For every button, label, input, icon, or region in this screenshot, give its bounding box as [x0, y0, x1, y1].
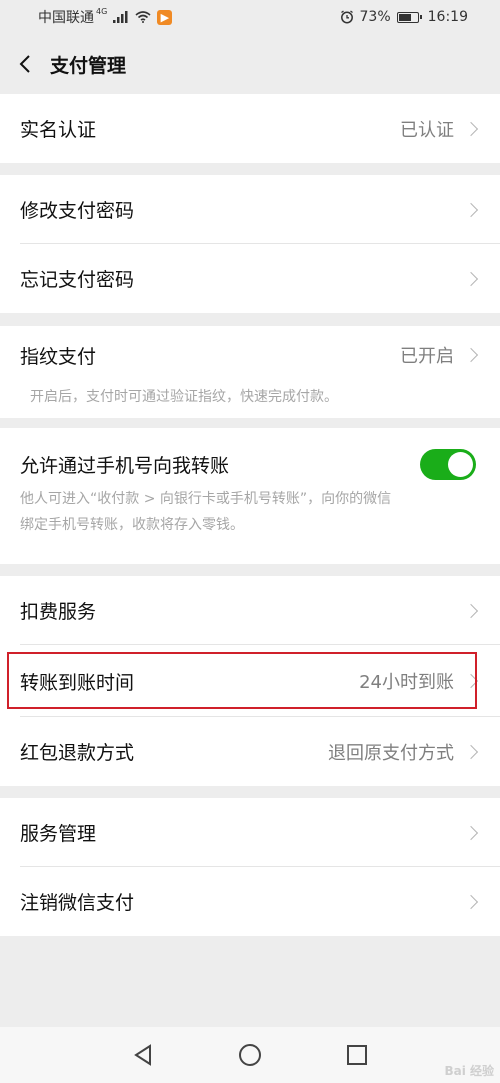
chevron-right-icon: [463, 271, 479, 286]
change-password-row[interactable]: 修改支付密码: [0, 175, 500, 244]
service-section: 扣费服务 转账到账时间 24小时到账 红包退款方式 退回原支付方式: [0, 576, 500, 786]
chevron-right-icon: [463, 894, 479, 909]
signal-icon: [113, 11, 128, 23]
chevron-right-icon: [463, 603, 479, 618]
app-notification-icon: ▶: [157, 9, 173, 25]
carrier-label: 中国联通: [38, 10, 94, 26]
toggle-knob: [448, 451, 473, 477]
nav-bar: 支付管理: [0, 34, 500, 94]
status-bar: 中国联通 4G ▶ 73% 16:19: [0, 0, 500, 34]
watermark: Bai 经验: [444, 1064, 494, 1078]
recents-square-icon[interactable]: [346, 1044, 368, 1066]
back-arrow-icon: [19, 55, 30, 73]
transfer-time-value: 24小时到账: [359, 672, 454, 693]
phone-transfer-desc-line2: 绑定手机号转账，收款将存入零钱。: [20, 517, 244, 533]
back-button[interactable]: [0, 34, 50, 94]
realname-label: 实名认证: [20, 119, 97, 141]
redpacket-refund-row[interactable]: 红包退款方式 退回原支付方式: [0, 717, 500, 786]
phone-transfer-row: 允许通过手机号向我转账: [0, 428, 500, 500]
alarm-icon: [340, 10, 353, 24]
battery-icon: [396, 11, 422, 23]
chevron-right-icon: [463, 347, 479, 363]
service-manage-row[interactable]: 服务管理: [0, 798, 500, 867]
cancel-pay-label: 注销微信支付: [20, 892, 135, 914]
clock: 16:19: [427, 9, 468, 25]
forget-password-row[interactable]: 忘记支付密码: [0, 244, 500, 313]
redpacket-refund-label: 红包退款方式: [20, 742, 135, 764]
cancel-pay-row[interactable]: 注销微信支付: [0, 867, 500, 936]
deduction-row[interactable]: 扣费服务: [0, 576, 500, 645]
chevron-right-icon: [463, 202, 479, 217]
chevron-right-icon: [463, 744, 479, 759]
fingerprint-label: 指纹支付: [20, 345, 97, 368]
deduction-label: 扣费服务: [20, 601, 97, 623]
network-type: 4G: [96, 6, 108, 16]
chevron-right-icon: [463, 121, 479, 136]
phone-transfer-section: 允许通过手机号向我转账 他人可进入“收付款 > 向银行卡或手机号转账”，向你的微…: [0, 428, 500, 564]
back-triangle-icon[interactable]: [132, 1044, 154, 1066]
fingerprint-row[interactable]: 指纹支付 已开启: [0, 326, 500, 384]
fingerprint-status: 已开启: [400, 346, 454, 367]
fingerprint-section: 指纹支付 已开启 开启后，支付时可通过验证指纹，快速完成付款。: [0, 326, 500, 418]
redpacket-refund-value: 退回原支付方式: [328, 742, 454, 764]
change-password-label: 修改支付密码: [20, 200, 135, 222]
service-manage-label: 服务管理: [20, 823, 97, 845]
realname-row[interactable]: 实名认证 已认证: [0, 94, 500, 163]
phone-transfer-toggle[interactable]: [420, 448, 476, 480]
transfer-time-label: 转账到账时间: [20, 671, 135, 694]
system-nav-bar: [0, 1027, 500, 1083]
realname-status: 已认证: [400, 119, 454, 141]
wifi-icon: [135, 11, 151, 23]
forget-password-label: 忘记支付密码: [20, 269, 135, 291]
home-circle-icon[interactable]: [238, 1043, 262, 1067]
account-section: 服务管理 注销微信支付: [0, 798, 500, 936]
chevron-right-icon: [463, 825, 479, 840]
page-title: 支付管理: [50, 54, 127, 77]
password-section: 修改支付密码 忘记支付密码: [0, 175, 500, 313]
realname-section: 实名认证 已认证: [0, 94, 500, 163]
phone-transfer-label: 允许通过手机号向我转账: [20, 454, 230, 477]
transfer-time-row[interactable]: 转账到账时间 24小时到账: [0, 645, 500, 717]
chevron-right-icon: [463, 673, 479, 689]
fingerprint-description: 开启后，支付时可通过验证指纹，快速完成付款。: [30, 389, 338, 405]
battery-percent: 73%: [359, 9, 391, 25]
